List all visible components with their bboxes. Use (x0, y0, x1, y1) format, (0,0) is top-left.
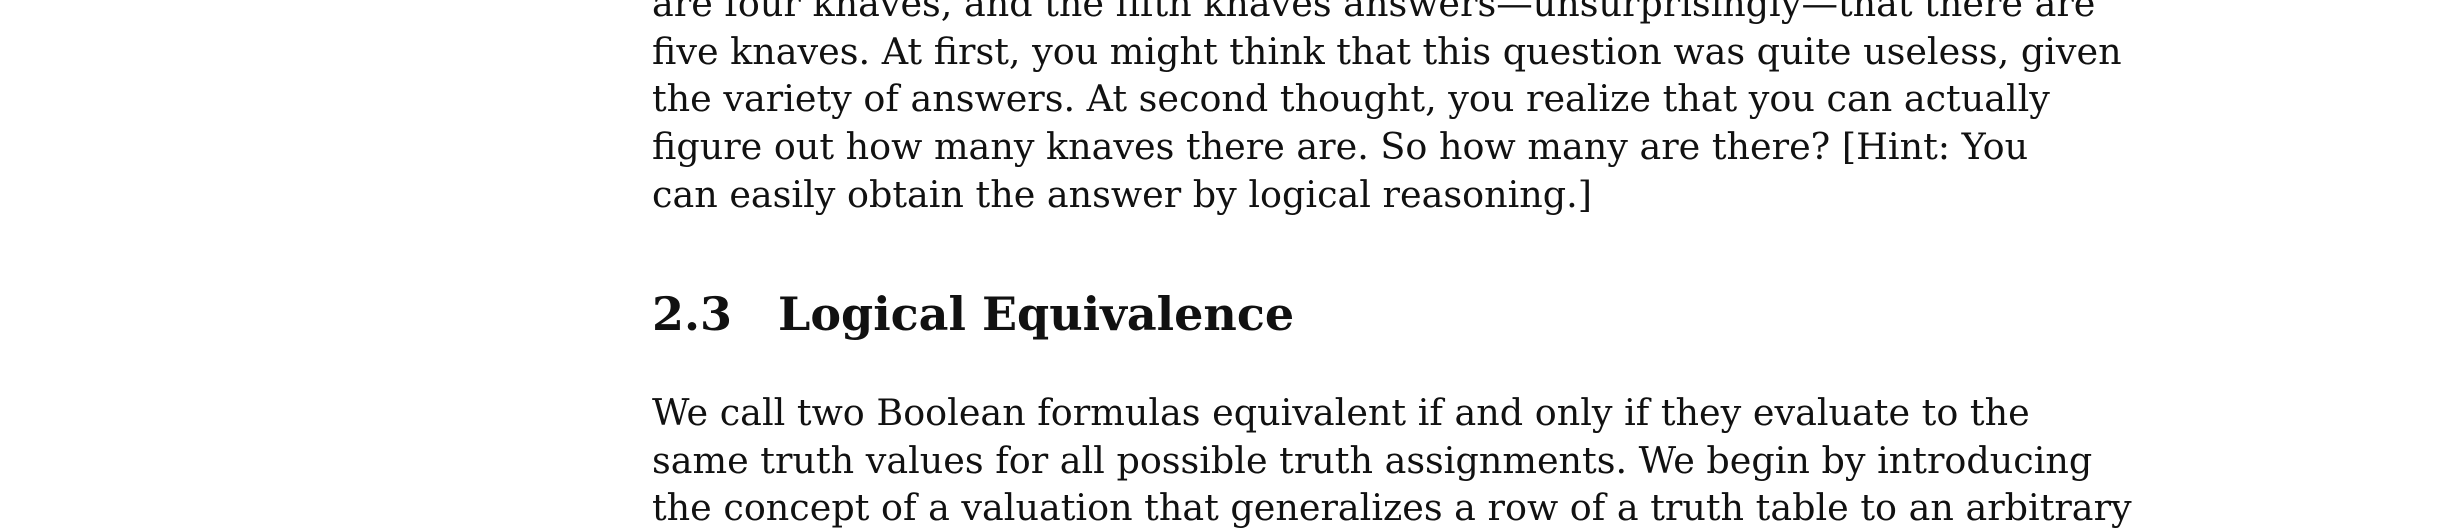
body-paragraph: We call two Boolean formulas equivalent … (652, 389, 2132, 528)
paragraph-line: We call two Boolean formulas equivalent … (652, 391, 2030, 434)
document-page: are four knaves, and the fifth knaves an… (0, 0, 2448, 528)
exercise-paragraph: are four knaves, and the fifth knaves an… (652, 0, 2122, 218)
section-title: Logical Equivalence (778, 287, 1295, 341)
paragraph-line: are four knaves, and the fifth knaves an… (652, 0, 2096, 25)
section-number: 2.3 (652, 287, 733, 341)
section-heading: 2.3 Logical Equivalence (652, 286, 1294, 342)
paragraph-line: figure out how many knaves there are. So… (652, 125, 2029, 169)
paragraph-line: five knaves. At first, you might think t… (652, 29, 2122, 73)
paragraph-line: same truth values for all possible truth… (652, 438, 2093, 482)
paragraph-line: the variety of answers. At second though… (652, 77, 2050, 121)
paragraph-line: the concept of a valuation that generali… (652, 486, 2132, 528)
paragraph-line: can easily obtain the answer by logical … (652, 172, 1592, 216)
